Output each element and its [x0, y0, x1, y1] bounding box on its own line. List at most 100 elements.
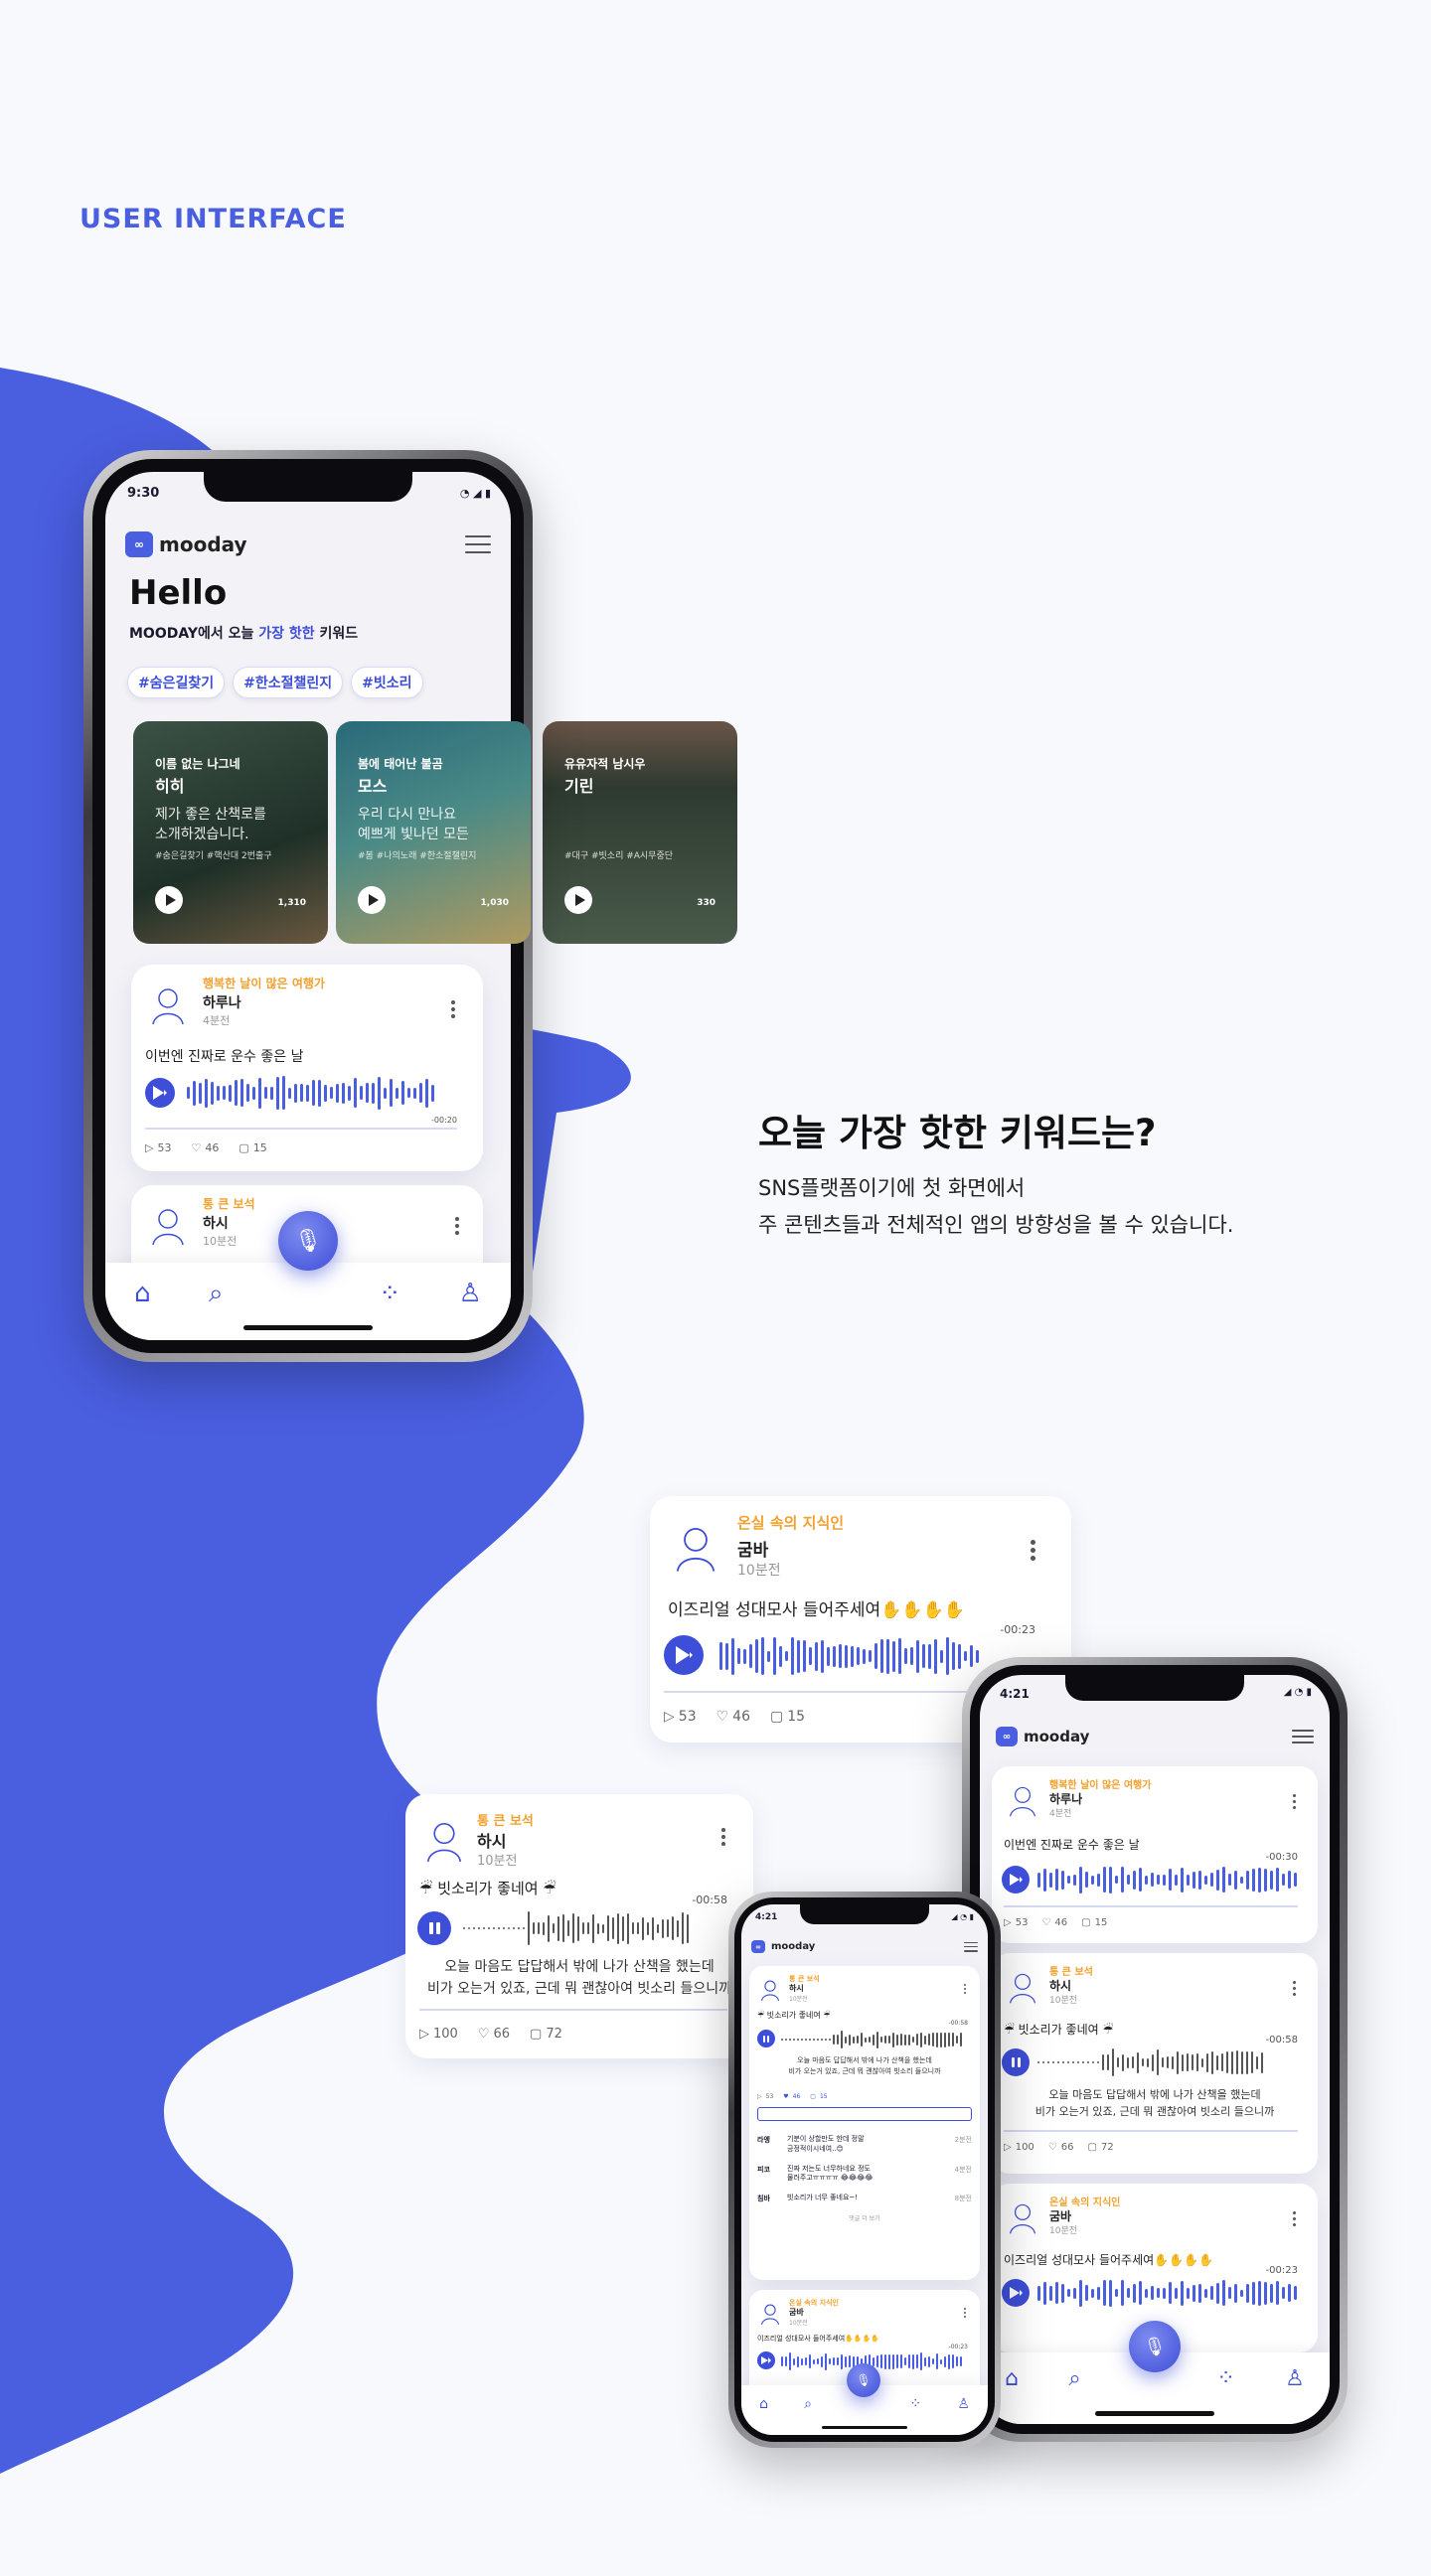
- play-icon[interactable]: [564, 886, 592, 914]
- play-button[interactable]: [1002, 1866, 1030, 1894]
- post-card-expanded[interactable]: 통 큰 보석 하시 10분전 ☔ 빗소리가 좋네여 ☔ -00:58 오늘 마음…: [749, 1966, 980, 2280]
- audio-waveform[interactable]: [1037, 2046, 1300, 2078]
- comments-count[interactable]: ▢ 15: [1081, 1917, 1107, 1928]
- likes-count[interactable]: ♡ 46: [716, 1709, 750, 1725]
- likes-count[interactable]: ♡ 46: [1041, 1917, 1067, 1928]
- record-button[interactable]: 🎙: [1129, 2321, 1181, 2372]
- waveform-bar: [785, 2039, 787, 2041]
- likes-count[interactable]: ♥ 46: [783, 2093, 800, 2100]
- play-count: 330: [697, 898, 716, 908]
- plays-count[interactable]: ▷ 100: [1004, 2142, 1034, 2153]
- waveform-bar: [1192, 2054, 1193, 2070]
- grid-icon[interactable]: ⁘: [1216, 2368, 1234, 2390]
- keyword-card[interactable]: 유유자적 남시우 기린 #대구 #빗소리 #A시무중단 330: [543, 721, 737, 944]
- audio-waveform[interactable]: [1037, 2277, 1300, 2309]
- more-icon[interactable]: [1031, 1540, 1035, 1561]
- keyword-chip[interactable]: #한소절챌린지: [233, 667, 344, 698]
- play-count: 1,310: [277, 898, 306, 908]
- keyword-card[interactable]: 이름 없는 나그네 히히 제가 좋은 산책로를 소개하겠습니다. #숨은길찾기 …: [133, 721, 328, 944]
- audio-waveform[interactable]: [1037, 1864, 1300, 1895]
- more-icon[interactable]: [451, 1000, 455, 1018]
- pause-button[interactable]: [757, 2030, 775, 2047]
- post-stats: ▷ 100 ♡ 66 ▢ 72: [1004, 2142, 1114, 2153]
- post-description: 오늘 마음도 답답해서 밖에 나가 산책을 했는데 비가 오는거 있죠, 근데 …: [788, 2056, 941, 2075]
- keyword-chip[interactable]: #빗소리: [351, 667, 423, 698]
- profile-icon[interactable]: ♙: [957, 2397, 970, 2411]
- floating-post-card[interactable]: 통 큰 보석 하시 10분전 ☔ 빗소리가 좋네여 ☔ -00:58 오늘 마음…: [405, 1794, 753, 2058]
- waveform-bar: [1121, 2280, 1124, 2306]
- more-icon[interactable]: [455, 1217, 459, 1235]
- waveform-bar: [1231, 2050, 1233, 2074]
- comments-count[interactable]: ▢ 72: [530, 2027, 562, 2042]
- comments-count[interactable]: ▢ 15: [810, 2093, 827, 2100]
- waveform-bar: [582, 1922, 584, 1934]
- home-icon[interactable]: ⌂: [759, 2397, 768, 2411]
- likes-count[interactable]: ♡ 66: [478, 2027, 510, 2042]
- play-button[interactable]: [757, 2351, 775, 2369]
- menu-icon[interactable]: [1292, 1730, 1314, 1743]
- search-icon[interactable]: ⌕: [209, 1281, 224, 1306]
- likes-count[interactable]: ♡ 46: [191, 1141, 219, 1154]
- waveform-bar: [976, 1649, 979, 1663]
- waveform-bar: [833, 2035, 835, 2045]
- search-icon[interactable]: ⌕: [1068, 2368, 1080, 2390]
- waveform-bar: [865, 2037, 867, 2043]
- waveform-bar: [187, 1087, 190, 1099]
- grid-icon[interactable]: ⁘: [909, 2397, 921, 2411]
- grid-icon[interactable]: ⁘: [379, 1281, 400, 1306]
- record-button[interactable]: 🎙: [278, 1211, 338, 1271]
- audio-waveform[interactable]: [463, 1909, 731, 1947]
- more-icon[interactable]: [1293, 2211, 1296, 2226]
- plays-count[interactable]: ▷ 53: [1004, 1917, 1028, 1928]
- menu-icon[interactable]: [964, 1941, 978, 1952]
- plays-count[interactable]: ▷ 100: [419, 2027, 458, 2042]
- comments-count[interactable]: ▢ 72: [1088, 2142, 1114, 2153]
- waveform-bar: [821, 1639, 824, 1673]
- home-icon[interactable]: ⌂: [1005, 2368, 1019, 2390]
- play-icon[interactable]: [155, 886, 183, 914]
- keyword-card[interactable]: 봄에 태어난 불곰 모스 우리 다시 만나요 예쁘게 빛나던 모든 #봄 #나의…: [336, 721, 531, 944]
- logo-text: mooday: [771, 1941, 816, 1952]
- plays-count[interactable]: ▷ 53: [664, 1709, 697, 1725]
- record-button[interactable]: 🎙: [847, 2363, 880, 2397]
- waveform-bar: [1087, 2061, 1089, 2063]
- search-icon[interactable]: ⌕: [804, 2397, 812, 2411]
- pause-button[interactable]: [417, 1911, 451, 1945]
- avatar: [1004, 1967, 1041, 2005]
- more-icon[interactable]: [721, 1828, 725, 1846]
- plays-count[interactable]: ▷ 53: [145, 1141, 171, 1154]
- waveform-bar: [1127, 2288, 1130, 2298]
- waveform-bar: [817, 2358, 819, 2364]
- waveform-bar: [1077, 2061, 1079, 2063]
- audio-waveform[interactable]: [781, 2030, 968, 2049]
- app-logo[interactable]: ∞ mooday: [751, 1940, 815, 1953]
- home-icon[interactable]: ⌂: [134, 1281, 151, 1306]
- more-icon[interactable]: [964, 1984, 966, 1994]
- post-card[interactable]: 통 큰 보석 하시 10분전 ☔ 빗소리가 좋네여 ☔ -00:58 오늘 마음…: [992, 1953, 1318, 2174]
- more-icon[interactable]: [964, 2308, 966, 2318]
- post-card[interactable]: 행복한 날이 많은 여행가 하루나 4분전 이번엔 진짜로 운수 좋은 날 -0…: [992, 1766, 1318, 1943]
- waveform-bar: [587, 1922, 589, 1934]
- play-button[interactable]: [145, 1078, 175, 1108]
- play-icon[interactable]: [358, 886, 386, 914]
- play-button[interactable]: [1002, 2279, 1030, 2307]
- comment-input[interactable]: [757, 2107, 972, 2121]
- app-logo[interactable]: ∞ mooday: [996, 1727, 1089, 1746]
- more-icon[interactable]: [1293, 1981, 1296, 1996]
- profile-icon[interactable]: ♙: [1285, 2368, 1305, 2390]
- menu-icon[interactable]: [465, 535, 491, 553]
- profile-icon[interactable]: ♙: [458, 1281, 481, 1306]
- comments-count[interactable]: ▢ 15: [238, 1141, 266, 1154]
- more-icon[interactable]: [1293, 1794, 1296, 1809]
- plays-count[interactable]: ▷ 53: [757, 2093, 773, 2100]
- play-button[interactable]: [664, 1635, 704, 1675]
- pause-button[interactable]: [1002, 2048, 1030, 2076]
- likes-count[interactable]: ♡ 66: [1048, 2142, 1074, 2153]
- keyword-chip[interactable]: #숨은길찾기: [127, 667, 226, 698]
- more-comments-link[interactable]: 댓글 더 보기: [757, 2213, 972, 2222]
- post-card[interactable]: 행복한 날이 많은 여행가 하루나 4분전 이번엔 진짜로 운수 좋은 날 -0…: [131, 965, 483, 1171]
- audio-waveform[interactable]: [187, 1074, 465, 1112]
- post-title: ☔ 빗소리가 좋네여 ☔: [419, 1880, 556, 1897]
- comments-count[interactable]: ▢ 15: [770, 1709, 805, 1725]
- app-logo[interactable]: ∞ mooday: [125, 531, 247, 557]
